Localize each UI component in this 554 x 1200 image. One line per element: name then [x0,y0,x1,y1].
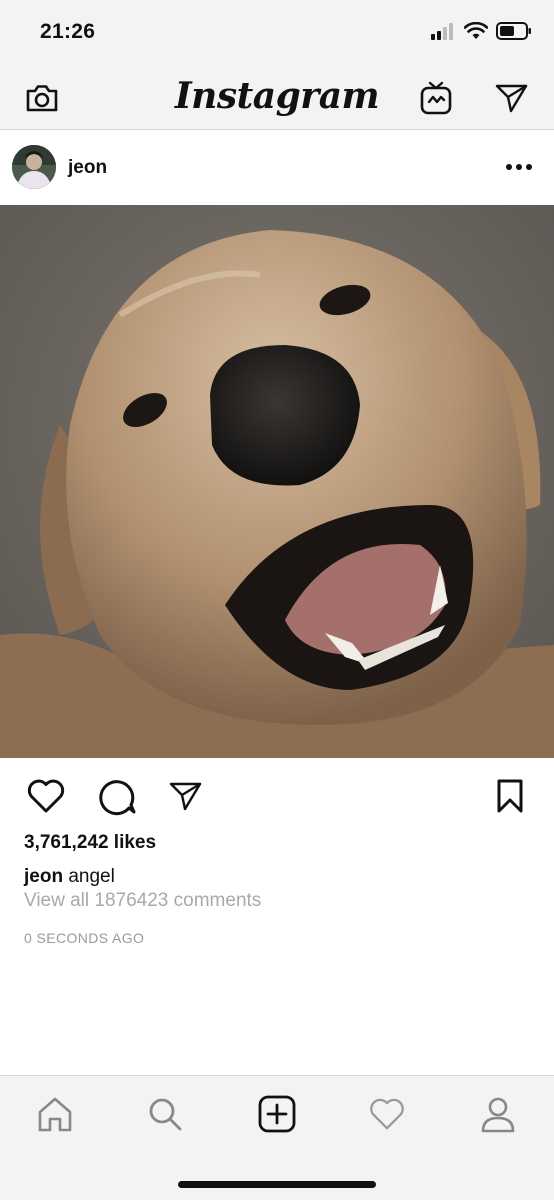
post-username[interactable]: jeon [68,157,107,179]
caption-text: angel [68,866,115,887]
home-icon [38,1097,72,1132]
top-nav: Instagram [0,66,554,130]
direct-messages-button[interactable] [494,80,530,116]
post-actions [0,770,554,820]
avatar-image [12,145,56,189]
like-count[interactable]: 3,761,242 likes [24,832,156,854]
status-time: 21:26 [40,20,96,43]
tab-home[interactable] [33,1092,77,1136]
status-bar: 21:26 [0,0,554,66]
status-icons [430,22,532,40]
post-timestamp: 0 SECONDS AGO [24,930,145,946]
more-icon [506,164,532,170]
search-icon [149,1098,182,1131]
caption-username[interactable]: jeon [24,866,63,887]
comment-icon [99,780,136,816]
paper-plane-icon [169,782,202,811]
share-button[interactable] [164,774,208,818]
like-button[interactable] [24,774,68,818]
add-post-icon [258,1095,296,1133]
post-header: jeon [0,131,554,205]
view-comments-link[interactable]: View all 1876423 comments [24,890,261,912]
app-logo: Instagram [174,75,380,117]
profile-icon [481,1097,515,1133]
tab-new-post[interactable] [255,1092,299,1136]
tab-search[interactable] [143,1092,187,1136]
tab-activity[interactable] [365,1092,409,1136]
paper-plane-icon [495,84,528,113]
igtv-icon [420,81,452,115]
activity-heart-icon [370,1098,404,1130]
igtv-button[interactable] [418,80,454,116]
wifi-icon [464,22,488,39]
home-indicator[interactable] [178,1181,376,1188]
cellular-signal-icon [431,23,453,40]
battery-icon [496,22,531,40]
caption: jeon angel [24,866,115,888]
more-options-button[interactable] [504,155,534,179]
avatar[interactable] [12,145,56,189]
comment-button[interactable] [96,774,140,818]
save-button[interactable] [488,774,532,818]
tab-profile[interactable] [476,1092,520,1136]
dog-photo-image [0,205,554,758]
post-photo[interactable] [0,205,554,758]
heart-icon [27,779,65,813]
bookmark-icon [497,779,523,813]
